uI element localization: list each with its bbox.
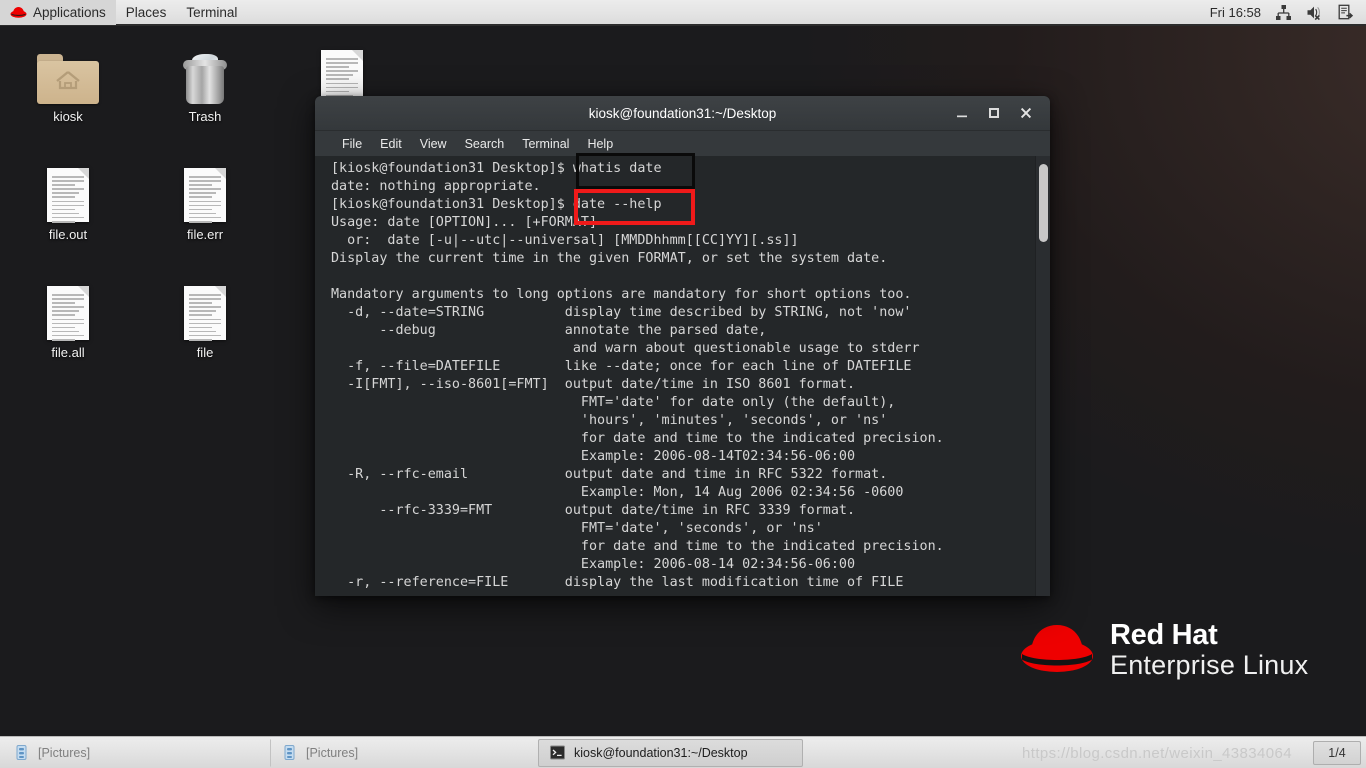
- folder-home-icon: [20, 38, 116, 104]
- maximize-icon[interactable]: [987, 106, 1001, 120]
- desktop-icon-label: file.all: [51, 345, 85, 360]
- taskbar-item-terminal[interactable]: kiosk@foundation31:~/Desktop: [538, 738, 803, 767]
- applications-menu[interactable]: Applications: [0, 0, 116, 25]
- trash-icon: [157, 38, 253, 104]
- taskbar-item-pictures-1[interactable]: [Pictures]: [2, 739, 267, 767]
- image-viewer-icon: [281, 744, 298, 761]
- terminal-scrollbar[interactable]: [1035, 156, 1050, 596]
- desktop-icon-file[interactable]: file: [157, 274, 253, 366]
- terminal-menu-view[interactable]: View: [411, 135, 456, 153]
- terminal-icon: [549, 744, 566, 761]
- taskbar-item-label: kiosk@foundation31:~/Desktop: [574, 745, 748, 760]
- taskbar-item-pictures-2[interactable]: [Pictures]: [270, 738, 535, 767]
- places-menu-label: Places: [125, 4, 167, 20]
- terminal-menu-search[interactable]: Search: [456, 135, 514, 153]
- desktop-icon-label: kiosk: [53, 109, 83, 124]
- terminal-menu-terminal[interactable]: Terminal: [513, 135, 578, 153]
- places-menu[interactable]: Places: [116, 0, 177, 25]
- desktop-icon-file-err[interactable]: file.err: [157, 156, 253, 248]
- terminal-menu-help[interactable]: Help: [578, 135, 622, 153]
- image-viewer-icon: [13, 744, 30, 761]
- terminal-body[interactable]: [kiosk@foundation31 Desktop]$ whatis dat…: [315, 156, 1050, 596]
- top-panel: Applications Places Terminal Fri 16:58: [0, 0, 1366, 26]
- document-icon: [157, 156, 253, 223]
- document-icon: [157, 274, 253, 341]
- taskbar-item-label: [Pictures]: [306, 745, 359, 760]
- rhel-brand-line1: Red Hat: [1110, 618, 1218, 651]
- terminal-title: kiosk@foundation31:~/Desktop: [588, 105, 777, 121]
- applications-menu-label: Applications: [33, 4, 106, 20]
- terminal-scrollbar-thumb[interactable]: [1039, 164, 1048, 242]
- taskbar-item-label: [Pictures]: [38, 745, 91, 760]
- taskbar: [Pictures] [Pictures] kiosk@foundation31…: [0, 736, 1366, 768]
- workspace-label: 1/4: [1328, 745, 1346, 760]
- network-wired-icon[interactable]: [1275, 4, 1292, 21]
- desktop-icon-file-out[interactable]: file.out: [20, 156, 116, 248]
- document-export-icon[interactable]: [1337, 4, 1354, 21]
- document-icon: [294, 38, 390, 105]
- desktop-icon-trash[interactable]: Trash: [157, 38, 253, 130]
- terminal-output: [kiosk@foundation31 Desktop]$ whatis dat…: [331, 161, 944, 590]
- terminal-menu-edit[interactable]: Edit: [371, 135, 411, 153]
- terminal-titlebar[interactable]: kiosk@foundation31:~/Desktop: [315, 96, 1050, 131]
- terminal-menu-file[interactable]: File: [333, 135, 371, 153]
- clock[interactable]: Fri 16:58: [1210, 5, 1261, 20]
- minimize-icon[interactable]: [955, 106, 969, 120]
- terminal-menu[interactable]: Terminal: [176, 0, 247, 25]
- rhel-branding: Red Hat Enterprise Linux: [1018, 618, 1308, 683]
- workspace-switcher[interactable]: 1/4: [1313, 740, 1361, 765]
- document-icon: [20, 156, 116, 223]
- terminal-window[interactable]: kiosk@foundation31:~/Desktop File Edit V…: [315, 96, 1050, 596]
- desktop-icon-label: file.err: [186, 227, 224, 242]
- terminal-menubar: File Edit View Search Terminal Help: [315, 131, 1050, 156]
- redhat-fedora-icon: [10, 5, 27, 19]
- desktop-icon-label: file.out: [48, 227, 88, 242]
- desktop-icon-kiosk[interactable]: kiosk: [20, 38, 116, 130]
- close-icon[interactable]: [1019, 106, 1033, 120]
- document-icon: [20, 274, 116, 341]
- audio-volume-muted-icon[interactable]: [1306, 4, 1323, 21]
- terminal-menu-label: Terminal: [186, 4, 238, 20]
- desktop-icon-file-all[interactable]: file.all: [20, 274, 116, 366]
- rhel-brand-line2: Enterprise Linux: [1110, 650, 1309, 681]
- desktop-icon-label: Trash: [188, 109, 222, 124]
- desktop-icon-label: file: [196, 345, 214, 360]
- redhat-fedora-icon: [1018, 618, 1096, 683]
